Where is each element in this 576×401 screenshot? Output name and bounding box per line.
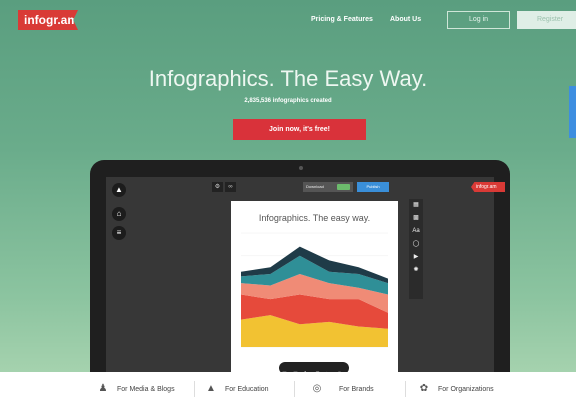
organization-icon: ✿	[419, 383, 429, 394]
brand-icon: ◎	[312, 383, 322, 394]
grid-icon[interactable]: ▩	[409, 212, 423, 225]
footer-divider	[194, 381, 195, 397]
download-button[interactable]: Download	[303, 182, 353, 192]
camera-dot	[299, 166, 303, 170]
layers-icon[interactable]: ≡	[112, 226, 126, 240]
people-icon: ♟	[98, 383, 108, 394]
hero-headline: Infographics. The Easy Way.	[148, 66, 428, 91]
footer-divider	[405, 381, 406, 397]
stacked-area-chart	[241, 232, 388, 348]
puzzle-icon[interactable]: ✺	[409, 264, 423, 277]
text-icon[interactable]: Aa	[409, 225, 423, 238]
nav-pricing-features[interactable]: Pricing & Features	[311, 16, 373, 23]
publish-button[interactable]: Publish	[357, 182, 389, 192]
settings-icon[interactable]: ⚙	[212, 182, 223, 192]
editor-right-toolbar: ▦ ▩ Aa ◯ ▶ ✺	[409, 199, 423, 299]
login-button[interactable]: Log in	[447, 11, 510, 29]
education-link[interactable]: ▲ For Education	[203, 382, 269, 396]
audience-footer: ♟ For Media & Blogs ▲ For Education ◎ For B…	[0, 372, 576, 401]
infogram-tag[interactable]: infogr.am	[471, 182, 505, 192]
organizations-label: For Organizations	[438, 386, 494, 393]
footer-divider	[294, 381, 295, 397]
laptop-mockup: ▲ ⌂ ≡ ⚙ ∞ Download Publish infogr.am Inf…	[90, 160, 510, 377]
nav-about-us[interactable]: About Us	[390, 16, 421, 23]
infogram-logo[interactable]: infogr.am	[18, 10, 78, 30]
home-icon[interactable]: ⌂	[112, 207, 126, 221]
download-badge	[337, 184, 350, 190]
hero-section: infogr.am Pricing & Features About Us Lo…	[0, 0, 576, 377]
editor-screen: ▲ ⌂ ≡ ⚙ ∞ Download Publish infogr.am Inf…	[106, 177, 505, 377]
feedback-side-tab[interactable]	[569, 86, 576, 138]
organizations-link[interactable]: ✿ For Organizations	[416, 382, 494, 396]
download-label: Download	[306, 184, 324, 189]
join-now-button[interactable]: Join now, it's free!	[233, 119, 366, 140]
chart-icon[interactable]: ▦	[409, 199, 423, 212]
chart-canvas[interactable]: Infographics. The easy way.	[231, 201, 398, 375]
map-icon[interactable]: ◯	[409, 238, 423, 251]
brands-link[interactable]: ◎ For Brands	[309, 382, 374, 396]
editor-left-toolbar: ▲ ⌂ ≡	[106, 177, 132, 375]
video-icon[interactable]: ▶	[409, 251, 423, 264]
brands-label: For Brands	[339, 386, 374, 393]
infogram-flame-icon[interactable]: ▲	[112, 183, 126, 197]
infographics-count: 2,835,536 infographics created	[244, 98, 332, 104]
graduation-cap-icon: ▲	[206, 383, 216, 394]
media-blogs-label: For Media & Blogs	[117, 386, 175, 393]
media-blogs-link[interactable]: ♟ For Media & Blogs	[95, 382, 175, 396]
register-button[interactable]: Register	[517, 11, 576, 29]
education-label: For Education	[225, 386, 269, 393]
link-icon[interactable]: ∞	[225, 182, 236, 192]
